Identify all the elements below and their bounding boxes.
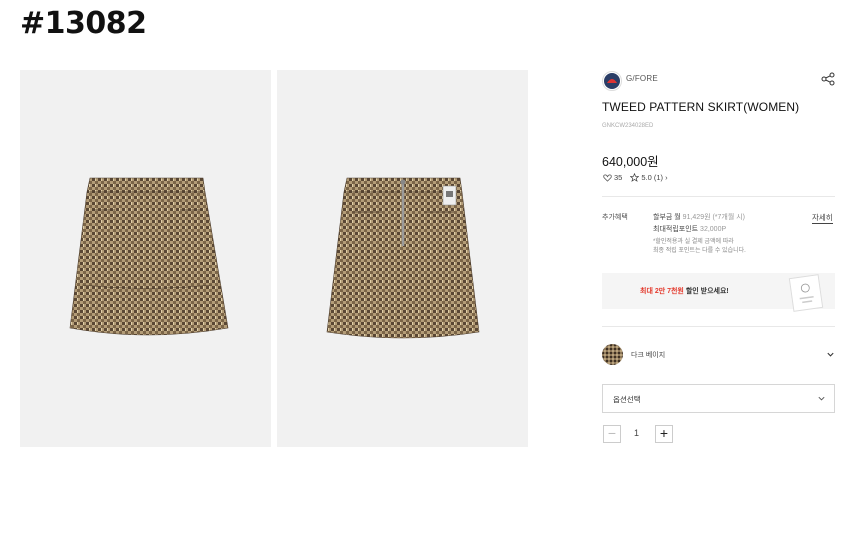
installment-detail: 91,429원 (*7개월 시) [682,214,746,221]
points-note-line1: *할인적용과 실 결제 금액에 따라 [653,239,734,245]
product-sku: GNKCW234028ED [602,123,654,129]
product-title: TWEED PATTERN SKIRT(WOMEN) [602,100,800,114]
product-image-front[interactable] [20,70,271,447]
brand-logo-icon[interactable] [602,71,622,91]
heart-icon[interactable] [603,173,612,182]
brand-name[interactable]: G/FORE [626,74,658,83]
coupon-card-icon [788,274,824,312]
color-swatch [602,344,623,365]
rating-link[interactable]: 5.0 (1) › [641,173,667,182]
color-name: 다크 베이지 [631,352,666,359]
benefit-label: 추가혜택 [602,214,628,221]
benefit-detail-link[interactable]: 자세히 [812,212,833,224]
divider [602,326,835,327]
page-id-label: #13082 [20,6,147,41]
skirt-back-illustration [326,177,480,339]
coupon-banner[interactable]: 최대 2만 7천원 할인 받으세요! [602,273,835,312]
share-icon[interactable] [821,72,835,86]
installment-info: 할부금 월 91,429원 (*7개월 시) [653,212,745,222]
chevron-down-icon [827,352,834,357]
quantity-decrease-button[interactable]: − [603,425,621,443]
installment-prefix: 할부금 월 [653,214,681,221]
star-icon [630,173,640,182]
chevron-down-icon [818,396,825,401]
points-note-line2: 최종 적립 포인트는 다를 수 있습니다. [653,248,746,254]
quantity-increase-button[interactable]: + [655,425,673,443]
option-select-label: 옵션선택 [613,395,641,404]
product-meta: 35 5.0 (1) › [603,173,668,182]
brand-row: G/FORE [602,70,835,91]
coupon-highlight: 최대 2만 7천원 [640,288,684,295]
coupon-rest: 할인 받으세요! [683,288,729,295]
quantity-value: 1 [634,428,640,438]
color-option-row[interactable]: 다크 베이지 [602,344,835,366]
points-info: 최대적립포인트 32,000P [653,224,726,234]
coupon-text: 최대 2만 7천원 할인 받으세요! [640,286,729,296]
points-note: *할인적용과 실 결제 금액에 따라 최종 적립 포인트는 다를 수 있습니다. [653,238,783,256]
skirt-front-illustration [69,177,229,336]
likes-count: 35 [614,173,623,182]
product-price: 640,000원 [602,155,659,169]
divider [602,196,835,197]
product-image-back[interactable] [277,70,528,447]
points-value: 32,000P [700,226,727,233]
points-prefix: 최대적립포인트 [653,226,699,233]
option-select[interactable]: 옵션선택 [602,384,835,413]
